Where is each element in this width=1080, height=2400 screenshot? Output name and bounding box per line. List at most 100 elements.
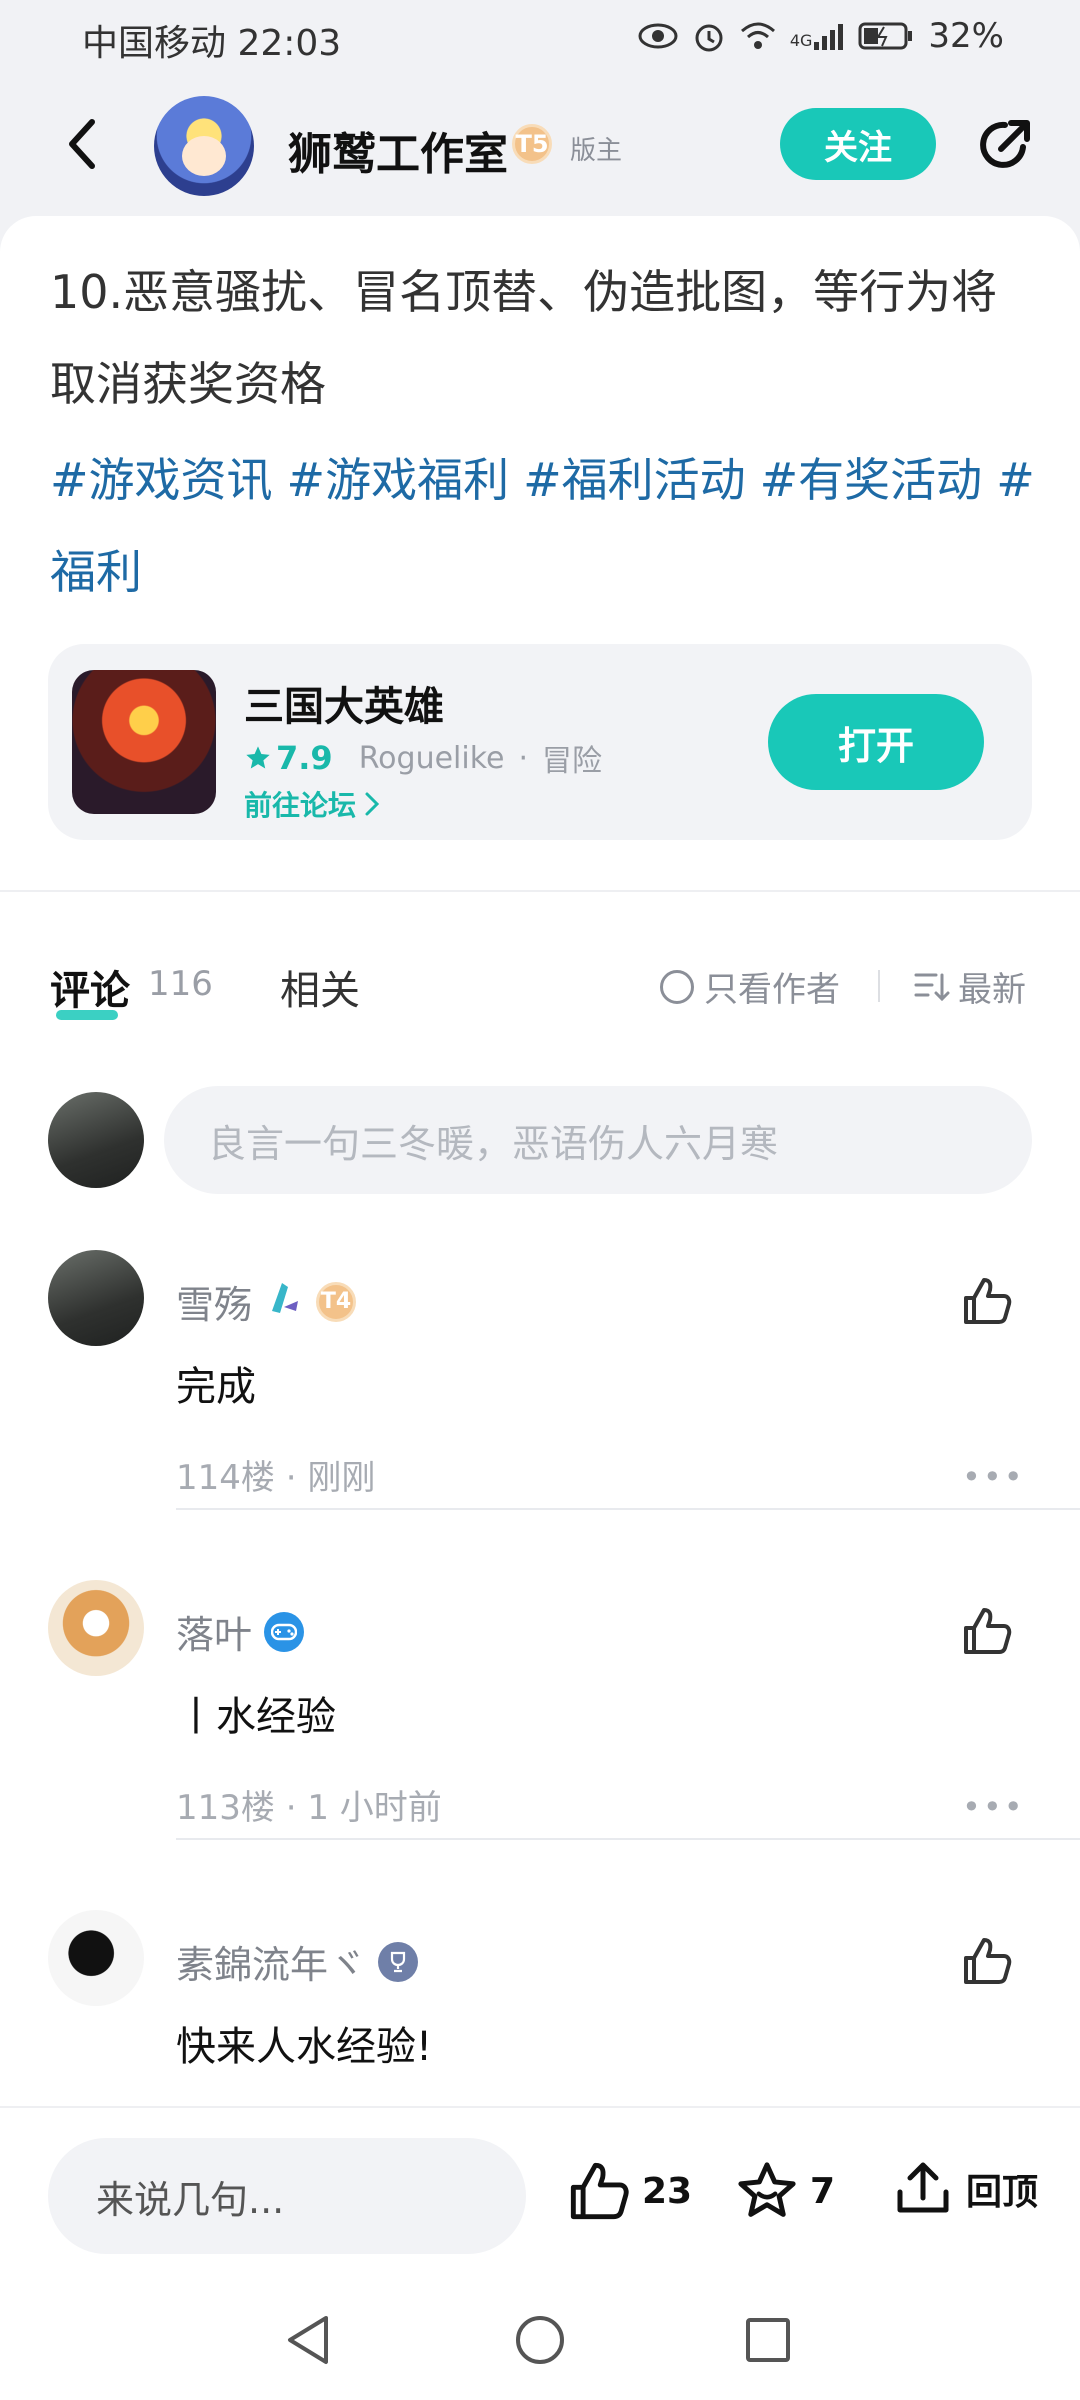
system-nav-bar <box>0 2280 1080 2400</box>
favorite-count: 7 <box>810 2170 836 2212</box>
chevron-right-icon <box>365 792 380 816</box>
battery-percent: 32% <box>928 16 1004 56</box>
comment-body: 丨水经验 <box>176 1694 336 1740</box>
square-recents-icon <box>746 2318 790 2362</box>
game-card[interactable]: 三国大英雄 7.9 Roguelike · 冒险 前往论坛 打开 <box>48 644 1032 840</box>
sort-icon <box>914 973 950 1001</box>
comment-item: 素錦流年ヾ 快来人水经验! <box>0 1910 1080 2090</box>
thumbs-up-icon <box>964 1938 1012 1984</box>
star-icon <box>246 746 270 769</box>
comment-like-button[interactable] <box>952 1266 1022 1336</box>
creator-badge-icon <box>264 1277 304 1326</box>
comment-meta: 114楼 · 刚刚 <box>176 1458 376 1498</box>
commenter-name[interactable]: 雪殇 <box>176 1274 252 1329</box>
commenter-name-row: 素錦流年ヾ <box>176 1934 419 1989</box>
game-category: 冒险 <box>542 744 603 779</box>
comment-like-button[interactable] <box>952 1596 1022 1666</box>
signal-icon: 4G <box>790 22 845 50</box>
tab-related[interactable]: 相关 <box>280 958 360 1016</box>
network-type: 4G <box>789 31 813 50</box>
header: 狮鹫工作室 T5 版主 关注 <box>0 76 1080 216</box>
favorite-button[interactable]: 7 <box>734 2158 835 2224</box>
bottom-action-bar: 来说几句... 23 7 回顶 <box>0 2106 1080 2280</box>
back-arrow-icon <box>69 119 95 169</box>
status-bar: 中国移动 22:03 4G 32% <box>0 0 1080 76</box>
upload-arrow-icon <box>897 2162 949 2213</box>
author-only-toggle[interactable]: 只看作者 <box>660 962 840 1011</box>
my-avatar <box>48 1092 144 1188</box>
comment-item: 雪殇 T4 完成 114楼 · 刚刚 ••• <box>0 1250 1080 1500</box>
comment-input[interactable]: 良言一句三冬暖，恶语伤人六月寒 <box>164 1086 1032 1194</box>
alarm-icon <box>692 19 726 53</box>
thumbs-up-icon <box>570 2162 629 2220</box>
follow-button[interactable]: 关注 <box>780 108 936 180</box>
wifi-icon <box>740 21 776 51</box>
back-to-top-button[interactable]: 回顶 <box>892 2158 1038 2220</box>
forum-link[interactable]: 前往论坛 <box>244 784 380 824</box>
post-text: 10.恶意骚扰、冒名顶替、伪造批图，等行为将取消获奖资格 <box>50 265 998 411</box>
tab-comments[interactable]: 评论 <box>50 958 130 1016</box>
nav-back-button[interactable] <box>278 2310 338 2370</box>
hashtag[interactable]: #福利活动 <box>523 453 746 507</box>
commenter-name-row: 雪殇 T4 <box>176 1274 357 1329</box>
comment-divider <box>176 1508 1080 1510</box>
share-button[interactable] <box>968 108 1042 182</box>
sort-button[interactable]: 最新 <box>914 962 1026 1011</box>
more-icon[interactable]: ••• <box>962 1788 1025 1826</box>
level-badge: T5 <box>512 124 552 164</box>
comment-meta: 113楼 · 1 小时前 <box>176 1788 442 1828</box>
carrier-time: 中国移动 22:03 <box>82 23 342 64</box>
share-icon <box>980 120 1030 168</box>
sort-label: 最新 <box>958 970 1026 1010</box>
thumbs-up-icon <box>964 1608 1012 1654</box>
hashtag[interactable]: #有奖活动 <box>760 453 983 507</box>
comments-count: 116 <box>148 964 213 1004</box>
commenter-name-row: 落叶 <box>176 1604 305 1659</box>
like-button[interactable]: 23 <box>566 2158 692 2224</box>
comment-tabs: 评论 116 相关 只看作者 最新 <box>0 936 1080 1036</box>
commenter-avatar[interactable] <box>48 1580 144 1676</box>
nav-recents-button[interactable] <box>738 2310 798 2370</box>
game-genre: Roguelike <box>358 740 505 776</box>
circle-home-icon <box>516 2316 564 2364</box>
trophy-badge-icon <box>378 1941 419 1982</box>
back-button[interactable] <box>50 112 114 176</box>
comment-like-button[interactable] <box>952 1926 1022 1996</box>
hashtag[interactable]: #游戏资讯 <box>50 453 273 507</box>
game-icon[interactable] <box>72 670 216 814</box>
comment-item: 落叶 丨水经验 113楼 · 1 小时前 ••• <box>0 1580 1080 1830</box>
author-avatar[interactable] <box>154 96 254 196</box>
section-divider <box>0 890 1080 892</box>
triangle-back-icon <box>288 2316 328 2364</box>
thumbs-up-icon <box>964 1278 1012 1324</box>
status-icons: 4G 32% <box>638 16 1004 56</box>
filter-separator <box>878 970 880 1002</box>
hashtag-list: #游戏资讯 #游戏福利 #福利活动 #有奖活动 #福利 <box>50 434 1050 618</box>
commenter-name[interactable]: 素錦流年ヾ <box>176 1934 366 1989</box>
game-name[interactable]: 三国大英雄 <box>244 674 444 732</box>
comment-body: 快来人水经验! <box>176 2024 433 2070</box>
nav-home-button[interactable] <box>510 2310 570 2370</box>
more-icon[interactable]: ••• <box>962 1458 1025 1496</box>
level-badge: T4 <box>316 1281 357 1322</box>
comment-body: 完成 <box>176 1364 256 1410</box>
battery-icon <box>858 21 914 51</box>
game-meta: 7.9 Roguelike · 冒险 <box>244 736 602 780</box>
commenter-name[interactable]: 落叶 <box>176 1604 252 1659</box>
separator-dot: · <box>518 740 529 776</box>
rating-value: 7.9 <box>276 739 333 777</box>
comment-divider <box>176 1838 1080 1840</box>
game-rating: 7.9 <box>244 739 333 777</box>
role-label: 版主 <box>570 136 623 166</box>
reply-input[interactable]: 来说几句... <box>48 2138 526 2254</box>
like-count: 23 <box>642 2170 693 2212</box>
post-content: 10.恶意骚扰、冒名顶替、伪造批图，等行为将取消获奖资格 #游戏资讯 #游戏福利 #… <box>0 216 1080 2106</box>
hashtag[interactable]: #游戏福利 <box>287 453 510 507</box>
gamepad-badge-icon <box>264 1611 305 1652</box>
star-outline-icon <box>738 2162 796 2217</box>
radio-icon <box>660 969 694 1004</box>
open-game-button[interactable]: 打开 <box>768 694 984 790</box>
author-name[interactable]: 狮鹫工作室 <box>288 118 508 182</box>
commenter-avatar[interactable] <box>48 1250 144 1346</box>
commenter-avatar[interactable] <box>48 1910 144 2006</box>
